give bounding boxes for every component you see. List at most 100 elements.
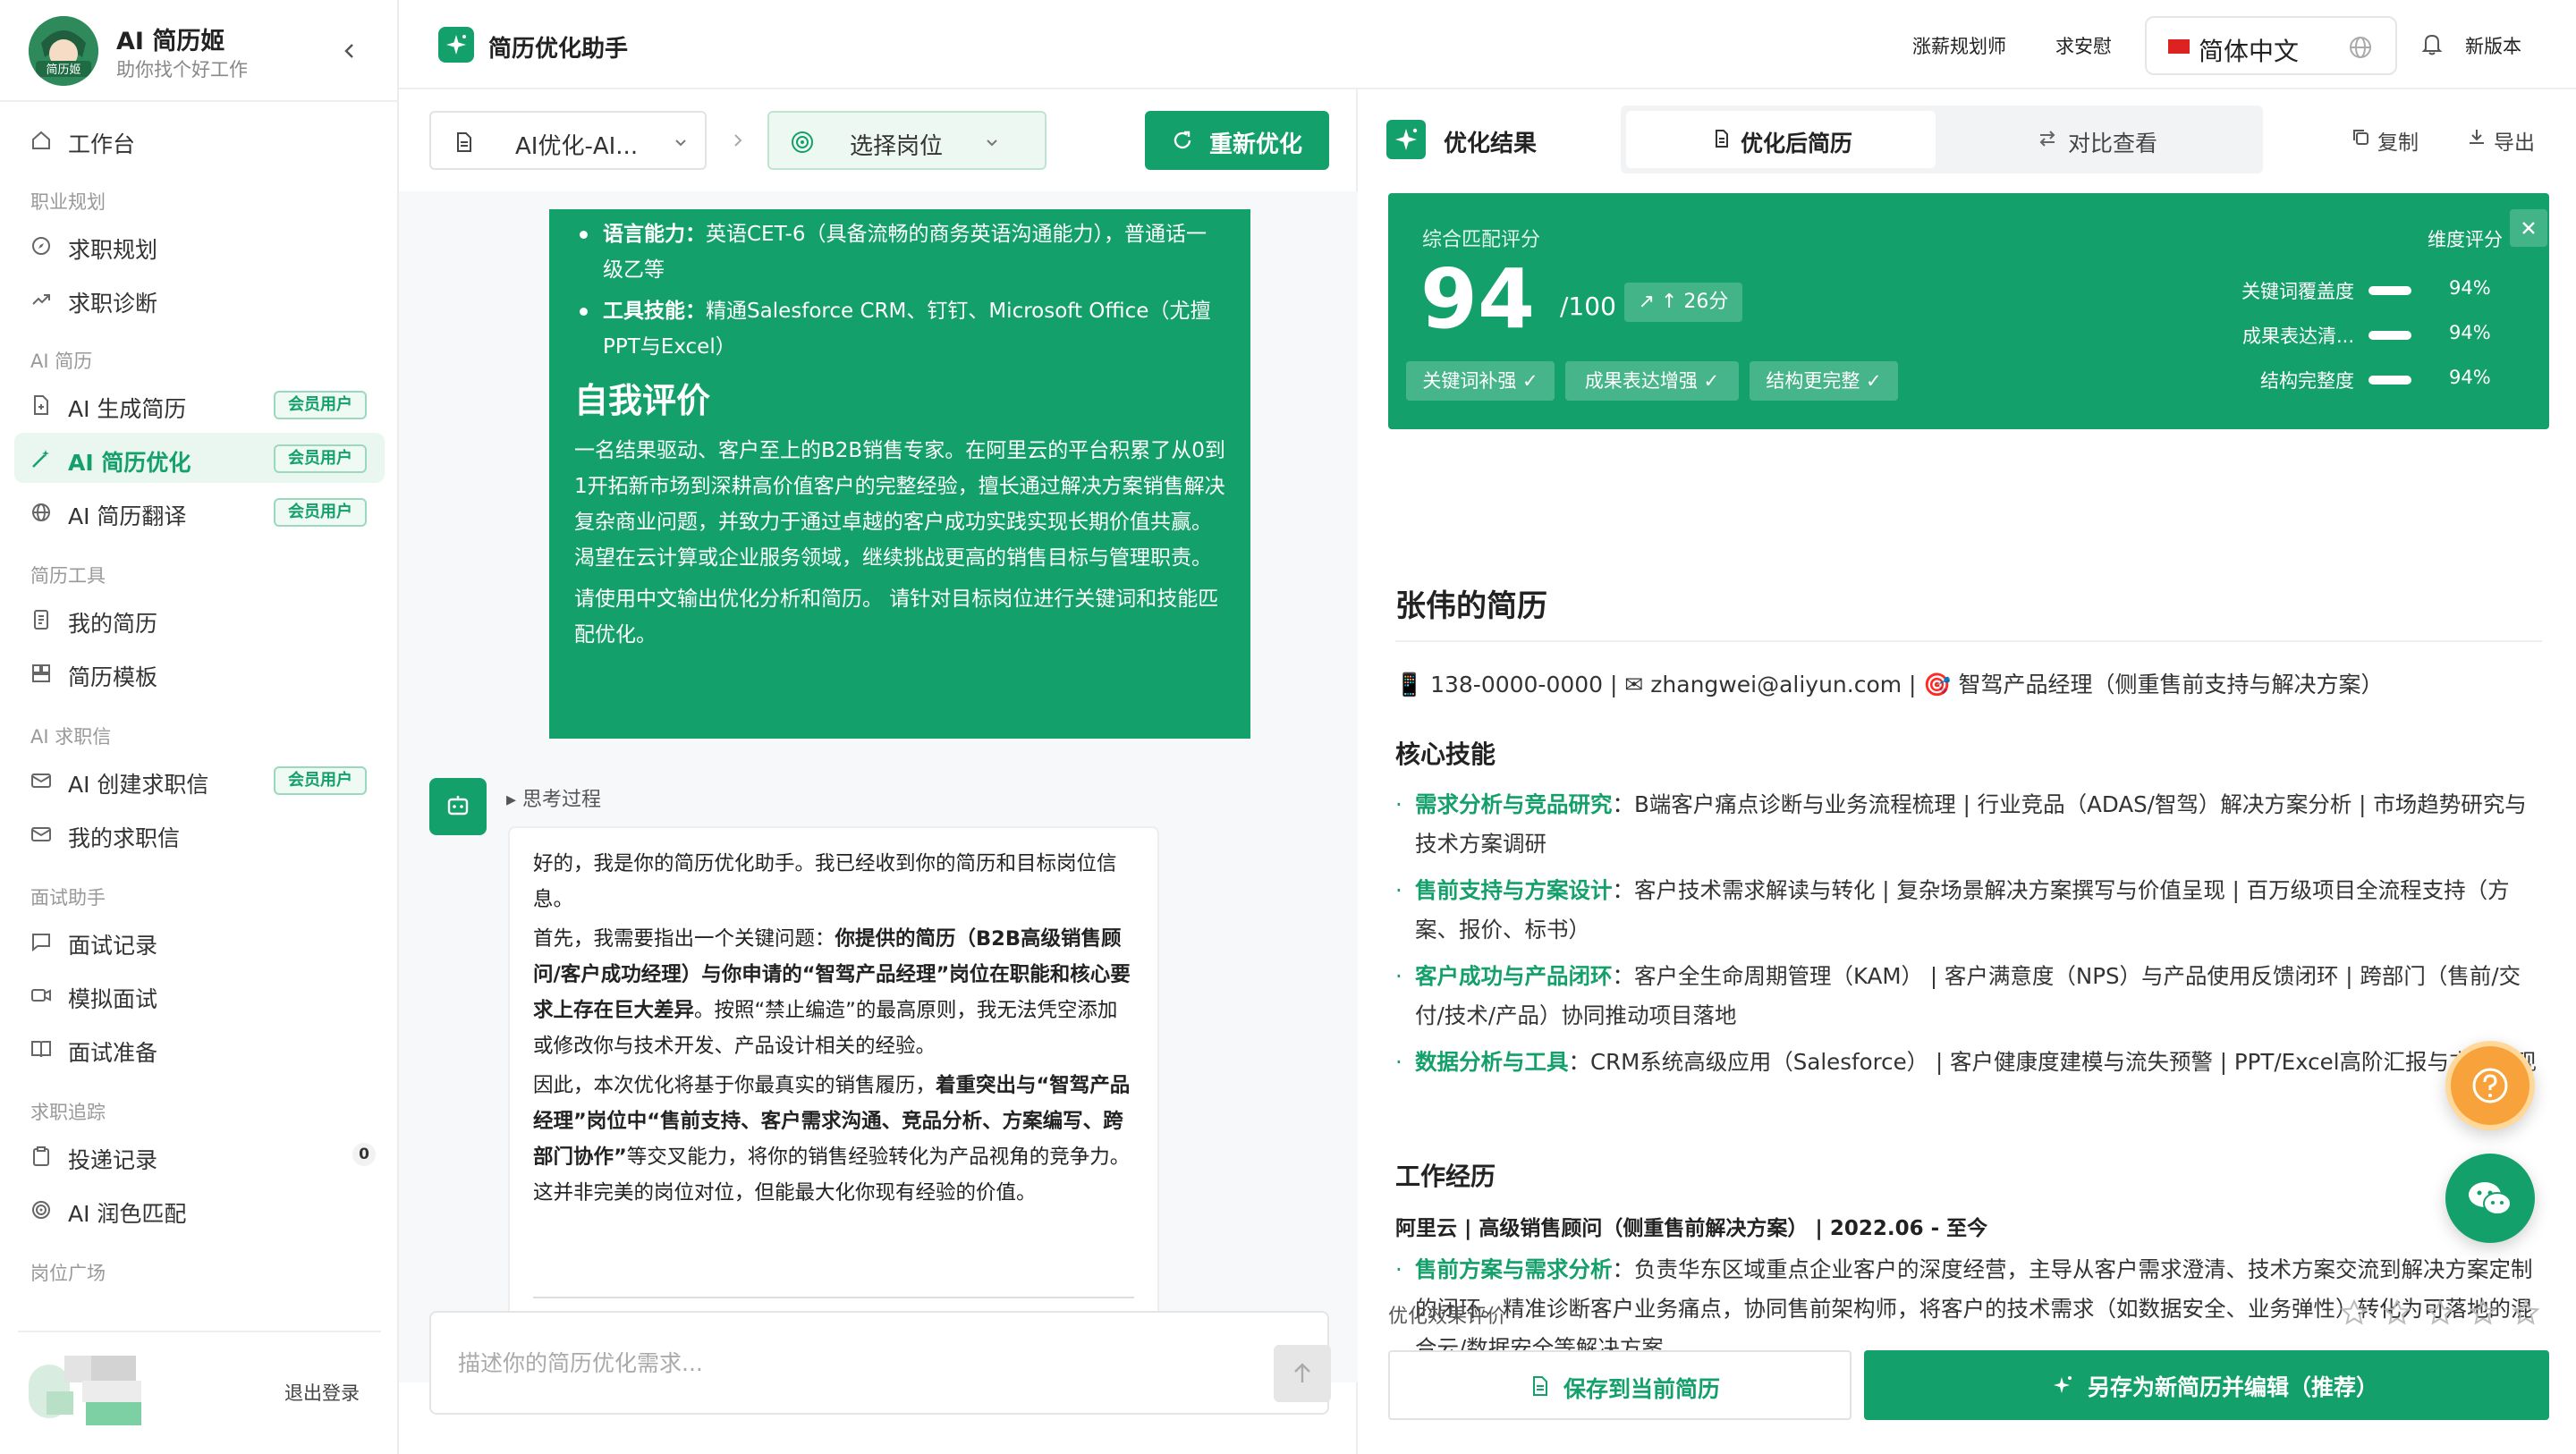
salary-planner-link[interactable]: 涨薪规划师 [1912,32,2006,59]
count-badge: 0 [352,1143,376,1166]
document-icon [453,131,476,154]
resume-contact: 📱 138-0000-0000 | ✉ zhangwei@aliyun.com … [1395,672,2384,697]
video-icon [30,985,52,1006]
message-paragraph: 首先，我需要指出一个关键问题：你提供的简历（B2B高级销售顾问/客户成功经理）与… [533,927,1131,1058]
copy-icon [2351,127,2370,147]
sidebar-item-delivery-record[interactable]: 投递记录 0 [14,1130,385,1180]
section-heading: 核心技能 [1395,740,1496,769]
resume-preview[interactable]: 张伟的简历 📱 138-0000-0000 | ✉ zhangwei@aliyu… [1388,465,2542,1395]
file-plus-icon [30,394,52,416]
dimension-row: 关键词覆盖度 94% [2241,277,2491,302]
close-icon[interactable] [2510,209,2547,247]
new-version-link[interactable]: 新版本 [2465,32,2521,59]
improvement-chip: 成果表达增强 ✓ [1565,361,1739,401]
chat-input[interactable] [458,1343,1209,1382]
star-icon[interactable] [2383,1298,2411,1327]
tab-label: 对比查看 [2068,131,2158,156]
sidebar-item-interview-prep[interactable]: 面试准备 [14,1023,385,1073]
member-badge: 会员用户 [274,766,367,795]
sidebar-item-my-resume[interactable]: 我的简历 [14,594,385,644]
brand-logo: 简历姬 [29,16,98,86]
sidebar-item-interview-record[interactable]: 面试记录 [14,916,385,966]
sidebar: 简历姬 AI 简历姬 助你找个好工作 工作台 职业规划 求职规划 求职诊断 AI… [0,0,399,1454]
chevron-down-icon [673,134,689,150]
divider [1395,640,2542,642]
logout-button[interactable]: 退出登录 [284,1379,360,1406]
assistant-message: 好的，我是你的简历优化助手。我已经收到你的简历和目标岗位信息。 首先，我需要指出… [508,826,1159,1327]
sidebar-item-my-cover-letter[interactable]: 我的求职信 [14,808,385,858]
export-button[interactable]: 导出 [2470,125,2535,156]
star-icon[interactable] [2512,1298,2540,1327]
bell-icon[interactable] [2419,30,2445,57]
sidebar-group-label: 面试助手 [30,887,106,909]
brand-title: AI 简历姬 [116,28,225,55]
dimension-row: 结构完整度 94% [2260,367,2491,392]
sidebar-item-ai-create-cover-letter[interactable]: AI 创建求职信 会员用户 [14,755,385,805]
resume-select-value: AI优化-AI... [515,133,639,160]
document-icon [1530,1375,1551,1397]
collapse-sidebar-icon[interactable] [336,38,363,64]
save-to-current-resume-button[interactable]: 保存到当前简历 [1388,1350,1852,1420]
flag-cn-icon [2168,39,2190,54]
sidebar-group-label: 求职追踪 [30,1102,106,1123]
thinking-toggle[interactable]: ▸ 思考过程 [506,783,601,812]
tab-optimized-resume[interactable]: 优化后简历 [1626,111,1936,168]
improvement-chip: 关键词补强 ✓ [1406,361,1555,401]
sidebar-item-label: 投递记录 [68,1147,158,1173]
message-icon [30,931,52,952]
result-title: 优化结果 [1444,131,1538,157]
sidebar-item-job-diagnosis[interactable]: 求职诊断 [14,274,385,324]
resume-select[interactable]: AI优化-AI... [429,111,707,170]
trend-up-icon: ↗ [1638,291,1661,313]
sidebar-item-ai-polish-match[interactable]: AI 润色匹配 [14,1184,385,1234]
member-badge: 会员用户 [274,391,367,419]
button-label: 保存到当前简历 [1563,1376,1721,1402]
star-icon[interactable] [2426,1298,2454,1327]
save-as-new-resume-button[interactable]: 另存为新简历并编辑（推荐） [1864,1350,2549,1420]
help-button[interactable] [2445,1041,2535,1130]
reoptimize-button[interactable]: 重新优化 [1145,111,1329,170]
sidebar-item-job-plan[interactable]: 求职规划 [14,220,385,270]
tab-label: 优化后简历 [1741,131,1853,156]
chevron-down-icon [984,134,1000,150]
star-icon[interactable] [2469,1298,2497,1327]
position-select[interactable]: 选择岗位 [767,111,1046,170]
result-panel: 优化结果 优化后简历 对比查看 复制 导出 综合匹配评分 94 /100 ↗ ↑… [1358,89,2576,1454]
send-button[interactable] [1274,1345,1331,1402]
sidebar-item-ai-generate-resume[interactable]: AI 生成简历 会员用户 [14,379,385,429]
book-icon [30,1038,52,1060]
sidebar-item-ai-translate-resume[interactable]: AI 简历翻译 会员用户 [14,486,385,537]
sidebar-group-label[interactable]: 岗位广场 [30,1259,106,1286]
sidebar-item-resume-template[interactable]: 简历模板 [14,647,385,697]
avatar[interactable] [29,1356,195,1427]
star-icon[interactable] [2340,1298,2368,1327]
sidebar-group-label: 简历工具 [30,565,106,587]
chat-messages[interactable]: 语言能力：英语CET-6（具备流畅的商务英语沟通能力），普通话一级乙等 工具技能… [399,191,1358,1382]
user-message: 语言能力：英语CET-6（具备流畅的商务英语沟通能力），普通话一级乙等 工具技能… [549,209,1250,739]
sidebar-item-ai-optimize-resume[interactable]: AI 简历优化 会员用户 [14,433,385,483]
rating-label: 优化效果评价 [1388,1306,1507,1328]
tab-compare[interactable]: 对比查看 [1943,111,2258,168]
resume-name: 张伟的简历 [1395,588,1547,624]
chat-panel: AI优化-AI... 选择岗位 重新优化 语言能力：英语CET-6（具备流畅的商… [399,89,1358,1454]
chat-input-box [429,1311,1331,1415]
sidebar-item-label: 工作台 [68,131,136,157]
brand-subtitle: 助你找个好工作 [116,59,248,80]
trend-icon [30,289,52,310]
copy-button[interactable]: 复制 [2353,125,2419,156]
list-item: · 客户成功与产品闭环：客户全生命周期管理（KAM） | 客户满意度（NPS）与产… [1395,963,2521,1028]
svg-text:简历姬: 简历姬 [46,63,80,77]
sidebar-item-workbench[interactable]: 工作台 [14,114,385,165]
chevron-right-icon [730,132,746,148]
wechat-button[interactable] [2445,1154,2535,1243]
language-label: 简体中文 [2199,37,2300,66]
comfort-link[interactable]: 求安慰 [2055,32,2112,59]
dimension-bar [2368,331,2411,340]
sidebar-divider [18,1331,381,1332]
swap-icon [2038,129,2057,148]
sidebar-item-mock-interview[interactable]: 模拟面试 [14,969,385,1019]
sidebar-item-label: AI 润色匹配 [68,1201,187,1227]
language-select[interactable]: 简体中文 [2145,16,2397,75]
sidebar-group-label: AI 求职信 [30,726,112,748]
sidebar-item-label: 面试记录 [68,933,158,959]
